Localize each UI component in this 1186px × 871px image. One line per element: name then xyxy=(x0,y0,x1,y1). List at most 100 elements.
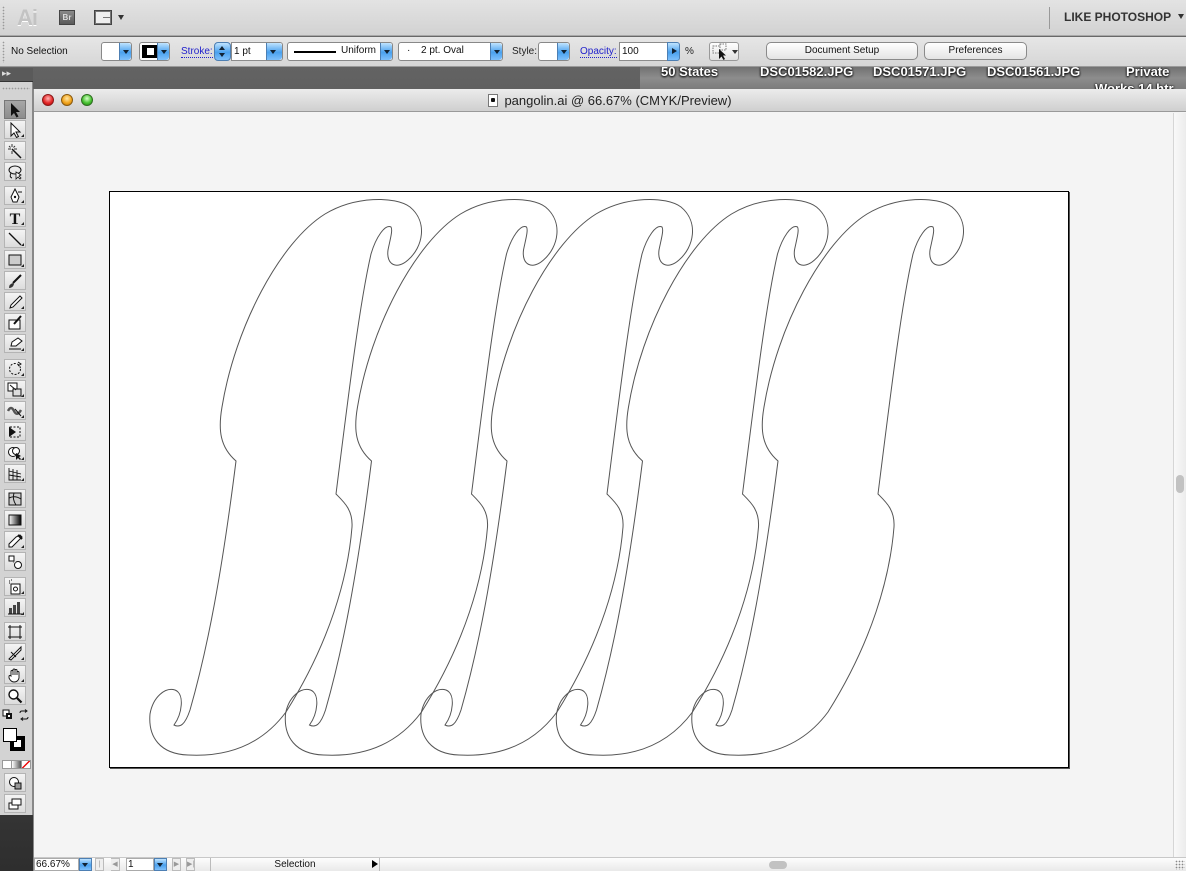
vertical-scrollbar[interactable] xyxy=(1173,113,1186,857)
f-hole-path[interactable] xyxy=(692,199,964,755)
opacity-input[interactable]: 100 xyxy=(619,42,668,61)
opacity-slider-button[interactable] xyxy=(667,42,680,61)
artboard-dropdown[interactable] xyxy=(154,858,167,871)
stroke-weight-stepper[interactable] xyxy=(214,42,231,61)
flyout-indicator-icon xyxy=(21,394,24,397)
zoom-level-input[interactable]: 66.67% xyxy=(34,858,79,871)
fill-color-dropdown[interactable] xyxy=(101,42,132,61)
fill-swatch[interactable] xyxy=(3,728,17,742)
application-bar: Ai Br LIKE PHOTOSHOP xyxy=(0,0,1186,36)
direct-selection-tool[interactable] xyxy=(4,120,26,139)
bridge-button[interactable]: Br xyxy=(59,10,75,25)
slice-tool[interactable] xyxy=(4,643,26,662)
stroke-weight-input[interactable]: 1 pt xyxy=(231,42,267,61)
flyout-indicator-icon xyxy=(21,657,24,660)
artwork-layer xyxy=(110,192,1070,769)
free-transform-tool[interactable] xyxy=(4,422,26,441)
magic-wand-tool[interactable] xyxy=(4,141,26,160)
workspace-switcher[interactable]: LIKE PHOTOSHOP xyxy=(1064,10,1184,24)
document-setup-button[interactable]: Document Setup xyxy=(766,42,918,60)
line-segment-tool[interactable] xyxy=(4,229,26,248)
type-tool[interactable]: T xyxy=(4,208,26,227)
paintbrush-tool[interactable] xyxy=(4,271,26,290)
warp-tool[interactable] xyxy=(4,401,26,420)
stroke-label-link[interactable]: Stroke: xyxy=(181,46,213,58)
zoom-dropdown[interactable] xyxy=(79,858,92,871)
horizontal-scrollbar[interactable] xyxy=(386,858,1174,871)
symbol-sprayer-tool[interactable] xyxy=(4,577,26,596)
chevron-down-icon xyxy=(1178,14,1184,19)
lasso-tool[interactable] xyxy=(4,162,26,181)
none-button[interactable] xyxy=(22,761,30,768)
gradient-tool[interactable] xyxy=(4,510,26,529)
last-artboard-button[interactable]: ▶| xyxy=(186,858,195,871)
rectangle-tool[interactable] xyxy=(4,250,26,269)
chevron-down-icon[interactable] xyxy=(118,15,124,20)
tools-panel-header[interactable]: ▸▸ xyxy=(0,68,33,82)
status-menu[interactable]: Selection xyxy=(210,858,380,871)
drawing-mode-button[interactable] xyxy=(4,773,26,792)
screen-mode-button[interactable] xyxy=(4,794,26,813)
free-transform-icon xyxy=(7,424,23,440)
f-hole-path[interactable] xyxy=(556,199,828,755)
grip-handle[interactable] xyxy=(2,87,30,90)
eyedropper-tool[interactable] xyxy=(4,531,26,550)
swap-fill-stroke-icon[interactable] xyxy=(18,709,30,721)
perspective-grid-tool[interactable] xyxy=(4,464,26,483)
chevron-down-icon xyxy=(557,43,569,60)
hand-tool[interactable] xyxy=(4,665,26,684)
brush-definition-dropdown[interactable]: · 2 pt. Oval xyxy=(398,42,503,61)
first-artboard-button[interactable]: |◀ xyxy=(95,858,104,871)
gradient-button[interactable] xyxy=(12,761,21,768)
stroke-line-preview xyxy=(294,51,336,53)
artboard-tool[interactable] xyxy=(4,622,26,641)
pencil-tool[interactable] xyxy=(4,292,26,311)
next-artboard-button[interactable]: ▶ xyxy=(172,858,181,871)
f-hole-path[interactable] xyxy=(285,199,557,755)
artboard-number-input[interactable]: 1 xyxy=(126,858,154,871)
pen-tool[interactable] xyxy=(4,186,26,205)
zoom-tool[interactable] xyxy=(4,686,26,705)
selection-tool[interactable] xyxy=(4,100,26,119)
preferences-button[interactable]: Preferences xyxy=(924,42,1027,60)
vertical-scroll-thumb[interactable] xyxy=(1176,475,1184,493)
column-graph-tool[interactable] xyxy=(4,598,26,617)
blob-brush-tool[interactable] xyxy=(4,313,26,332)
f-hole-path[interactable] xyxy=(150,199,422,755)
gradient-icon xyxy=(7,512,23,528)
document-title: pangolin.ai @ 66.67% (CMYK/Preview) xyxy=(34,93,1186,108)
flyout-indicator-icon xyxy=(21,478,24,481)
color-button[interactable] xyxy=(3,761,12,768)
opacity-label-link[interactable]: Opacity: xyxy=(580,46,617,58)
mesh-tool[interactable] xyxy=(4,489,26,508)
blend-tool[interactable] xyxy=(4,552,26,571)
horizontal-scroll-thumb[interactable] xyxy=(769,861,787,869)
grip-handle[interactable] xyxy=(2,6,5,30)
expand-panel-icon[interactable]: ▸▸ xyxy=(2,68,11,79)
chevron-down-icon xyxy=(266,43,282,60)
flyout-indicator-icon xyxy=(21,348,24,351)
blend-icon xyxy=(7,554,23,570)
canvas-area[interactable] xyxy=(34,113,1174,857)
draw-behind-icon xyxy=(7,775,23,791)
document-titlebar[interactable]: pangolin.ai @ 66.67% (CMYK/Preview) xyxy=(34,89,1186,112)
shape-builder-tool[interactable] xyxy=(4,443,26,462)
isolate-selection-button[interactable] xyxy=(709,42,739,61)
default-fill-stroke-icon[interactable] xyxy=(2,709,14,721)
resize-grip[interactable] xyxy=(1175,860,1185,870)
previous-artboard-button[interactable]: ◀ xyxy=(111,858,120,871)
status-menu-arrow-icon[interactable] xyxy=(372,860,378,868)
arrange-documents-button[interactable] xyxy=(94,10,112,25)
rotate-tool[interactable] xyxy=(4,359,26,378)
eraser-tool[interactable] xyxy=(4,334,26,353)
scale-tool[interactable] xyxy=(4,380,26,399)
artboard[interactable] xyxy=(109,191,1069,768)
style-label: Style: xyxy=(512,46,537,57)
graphic-style-dropdown[interactable] xyxy=(538,42,570,61)
f-hole-path[interactable] xyxy=(421,199,693,755)
stroke-color-dropdown[interactable] xyxy=(139,42,170,61)
variable-width-profile-dropdown[interactable]: Uniform xyxy=(287,42,393,61)
flyout-indicator-icon xyxy=(21,134,24,137)
grip-handle[interactable] xyxy=(2,41,5,63)
stroke-weight-dropdown[interactable] xyxy=(266,42,283,61)
